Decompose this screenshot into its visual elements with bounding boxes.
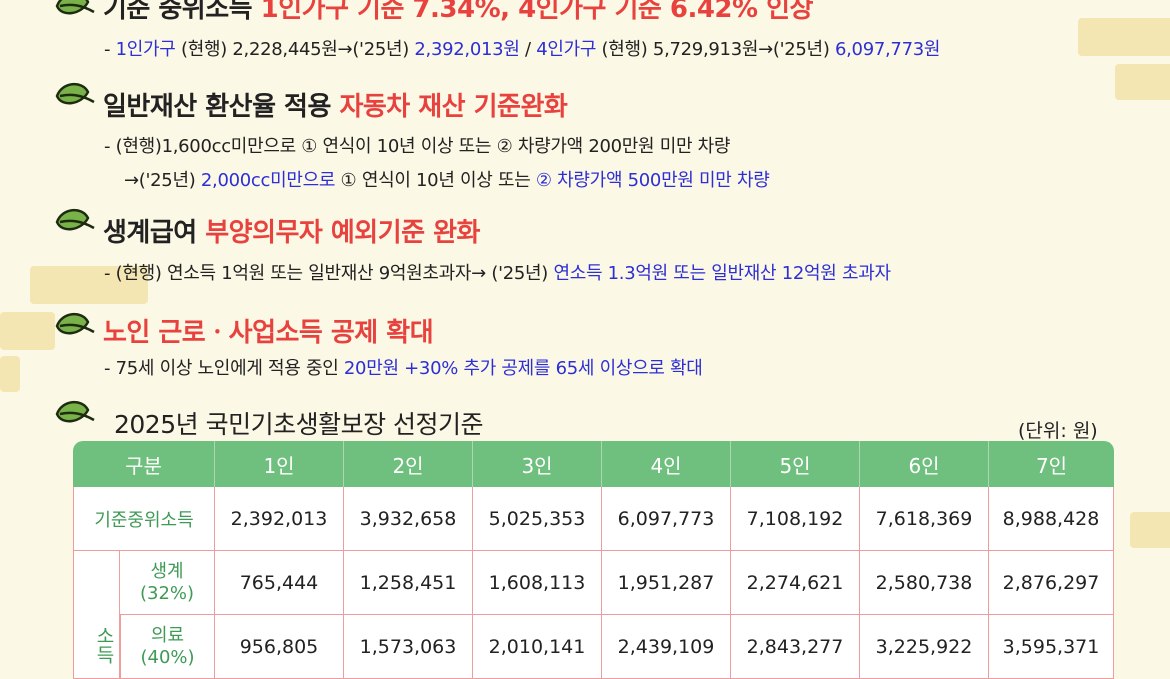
text-highlight: 4인가구 [536,39,597,60]
leaf-icon [55,83,95,105]
text-highlight: 2,000cc미만으로 [200,170,336,191]
criteria-table: 구분 1인 2인 3인 4인 5인 6인 7인 기준중위소득 2,392,013… [73,441,1114,679]
text-part: →('25년) [124,170,201,191]
text-highlight: 연소득 1.3억원 또는 일반재산 12억원 초과자 [553,263,891,284]
row-label-name: 생계 [150,560,184,582]
row-group-label: 소득 [73,551,120,679]
support-obligation-detail: - (현행) 연소득 1억원 또는 일반재산 9억원초과자→ ('25년) 연소… [104,259,891,285]
text-part: - (현행) 연소득 1억원 또는 일반재산 9억원초과자→ ('25년) [104,263,554,284]
table-header-cell: 1인 [215,441,344,487]
table-row: 기준중위소득 2,392,013 3,932,658 5,025,353 6,0… [73,487,1114,551]
decor-bar [1130,512,1170,548]
table-cell: 2,010,141 [473,615,602,679]
text-part: (현행) 5,729,913원→('25년) [596,39,835,60]
table-cell: 7,108,192 [731,487,860,551]
table-cell: 5,025,353 [473,487,602,551]
text-highlight: 20만원 +30% 추가 공제를 65세 이상으로 확대 [343,358,703,379]
table-header-cell: 구분 [73,441,215,487]
table-header-cell: 5인 [731,441,860,487]
section-title-vehicle-asset: 일반재산 환산율 적용 자동차 재산 기준완화 [103,86,568,123]
leaf-icon [55,0,95,15]
row-label: 의료 (40%) [120,615,215,679]
section-title-text: 생계급여 [103,218,206,248]
section-title-text: 2025년 국민기초생활보장 선정기준 [114,410,484,439]
table-header-cell: 4인 [602,441,731,487]
leaf-icon [55,401,95,423]
unit-label: (단위: 원) [1018,420,1098,442]
table-row: 의료 (40%) 956,805 1,573,063 2,010,141 2,4… [73,615,1114,679]
decor-bar [1115,64,1170,100]
table-cell: 6,097,773 [602,487,731,551]
table-cell: 2,876,297 [989,551,1114,615]
section-title-text: 일반재산 환산율 적용 [103,92,340,122]
text-part: / [519,39,537,60]
leaf-icon [55,209,95,231]
text-part: - 75세 이상 노인에게 적용 중인 [104,358,344,379]
text-part: - (현행)1,600cc미만으로 ① 연식이 10년 이상 또는 ② 차량가액… [104,136,731,157]
text-highlight: 1인가구 [115,39,176,60]
table-cell: 2,392,013 [215,487,344,551]
section-title-highlight: 자동차 재산 기준완화 [339,92,568,122]
section-title-selection-criteria: 2025년 국민기초생활보장 선정기준 [114,405,484,441]
table-cell: 1,258,451 [344,551,473,615]
table-row: 소득 생계 (32%) 765,444 1,258,451 1,608,113 … [73,551,1114,679]
table-cell: 8,988,428 [989,487,1114,551]
text-part: (현행) 2,228,445원→('25년) [175,39,415,60]
median-income-detail: - 1인가구 (현행) 2,228,445원→('25년) 2,392,013원… [104,35,940,61]
table-cell: 2,274,621 [731,551,860,615]
text-highlight: ② 차량가액 500만원 미만 차량 [535,170,770,191]
section-title-highlight: 1인가구 기준 7.34%, 4인가구 기준 6.42% 인상 [260,0,814,24]
section-title-median-income: 기준 중위소득 1인가구 기준 7.34%, 4인가구 기준 6.42% 인상 [103,0,813,25]
row-label: 기준중위소득 [73,487,215,551]
table-header-row: 구분 1인 2인 3인 4인 5인 6인 7인 [73,441,1114,487]
section-title-elderly-deduction: 노인 근로ㆍ사업소득 공제 확대 [103,312,434,349]
section-title-highlight: 부양의무자 예외기준 완화 [205,218,480,248]
row-label-rate: (32%) [139,582,195,604]
elderly-deduction-detail: - 75세 이상 노인에게 적용 중인 20만원 +30% 추가 공제를 65세… [104,354,703,380]
vehicle-new-rule: →('25년) 2,000cc미만으로 ① 연식이 10년 이상 또는 ② 차량… [124,166,770,192]
table-header-cell: 2인 [344,441,473,487]
table-cell: 1,951,287 [602,551,731,615]
vehicle-current-rule: - (현행)1,600cc미만으로 ① 연식이 10년 이상 또는 ② 차량가액… [104,132,730,158]
section-title-text: 기준 중위소득 [103,0,253,24]
row-label-name: 의료 [150,624,185,646]
table-cell: 956,805 [215,615,344,679]
table-cell: 2,439,109 [602,615,731,679]
section-title-highlight: 노인 근로ㆍ사업소득 공제 확대 [103,318,434,348]
text-part: ① 연식이 10년 이상 또는 [335,170,536,191]
leaf-icon [55,313,95,335]
decor-bar [0,356,20,392]
table-cell: 765,444 [215,551,344,615]
table-cell: 2,580,738 [860,551,989,615]
text-highlight: 6,097,773원 [834,39,941,60]
table-header-cell: 3인 [473,441,602,487]
table-cell: 1,608,113 [473,551,602,615]
table-cell: 3,932,658 [344,487,473,551]
text-highlight: 2,392,013원 [414,39,520,60]
text-part: - [104,39,116,60]
table-cell: 7,618,369 [860,487,989,551]
table-cell: 2,843,277 [731,615,860,679]
decor-bar [1078,18,1170,56]
table-cell: 3,225,922 [860,615,989,679]
table-cell: 1,573,063 [344,615,473,679]
row-label: 생계 (32%) [120,551,215,615]
section-title-support-obligation: 생계급여 부양의무자 예외기준 완화 [103,212,480,249]
decor-bar [0,312,55,350]
table-cell: 3,595,371 [989,615,1114,679]
table-header-cell: 7인 [989,441,1114,487]
table-header-cell: 6인 [860,441,989,487]
